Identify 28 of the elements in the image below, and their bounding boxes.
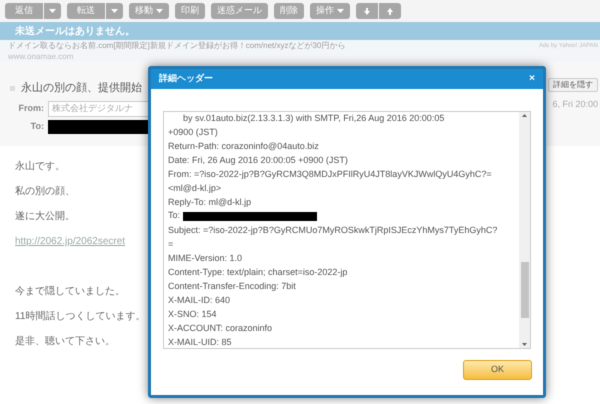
header-line: From: =?iso-2022-jp?B?GyRCM3Q8MDJxPFIlRyU4JT8layVKJWwlQyU4GyhC?=: [168, 168, 493, 181]
header-line: X-ACCOUNT: corazoninfo: [168, 322, 274, 335]
header-line: Subject: =?iso-2022-jp?B?GyRCMUo7MyROSkwkTjRpISJEczYhMys7TyEhGyhC?: [168, 224, 498, 237]
header-line: +0900 (JST): [168, 126, 219, 139]
header-line: Return-Path: corazoninfo@04auto.biz: [168, 140, 320, 153]
header-line: X-MAIL-ID: 640: [168, 294, 232, 307]
to-label: To:: [30, 120, 44, 133]
body-text: 私の別の顔、: [15, 185, 75, 199]
body-text: 11時間話しつくしています。: [15, 310, 146, 324]
header-line: X-MAIL-UID: 85: [168, 336, 233, 348]
message-date: 6, Fri 20:00: [552, 98, 598, 111]
header-line: MIME-Version: 1.0: [168, 252, 244, 265]
header-line: To:: [168, 209, 180, 222]
body-text: 遂に大公開。: [15, 210, 75, 224]
from-label: From:: [18, 102, 44, 115]
notice-bar: 未送メールはありません。: [0, 22, 600, 40]
header-line: Content-Transfer-Encoding: 7bit: [168, 280, 297, 293]
header-line: Reply-To: ml@d-kl.jp: [168, 196, 252, 209]
dialog-title: 詳細ヘッダー: [159, 72, 213, 86]
header-line: =: [168, 238, 174, 251]
body-text: 永山です。: [15, 160, 65, 174]
body-text: 今まで隠していました。: [15, 285, 125, 299]
header-line: X-SNO: 154: [168, 308, 218, 321]
header-line: <ml@d-kl.jp>: [168, 182, 222, 195]
header-line: Content-Type: text/plain; charset=iso-2022-jp: [168, 266, 348, 279]
header-line: Date: Fri, 26 Aug 2016 20:00:05 +0900 (JST): [168, 154, 349, 167]
body-text: 是非、聴いて下さい。: [15, 335, 115, 349]
message-subject: 永山の別の顔、提供開始: [21, 80, 142, 96]
